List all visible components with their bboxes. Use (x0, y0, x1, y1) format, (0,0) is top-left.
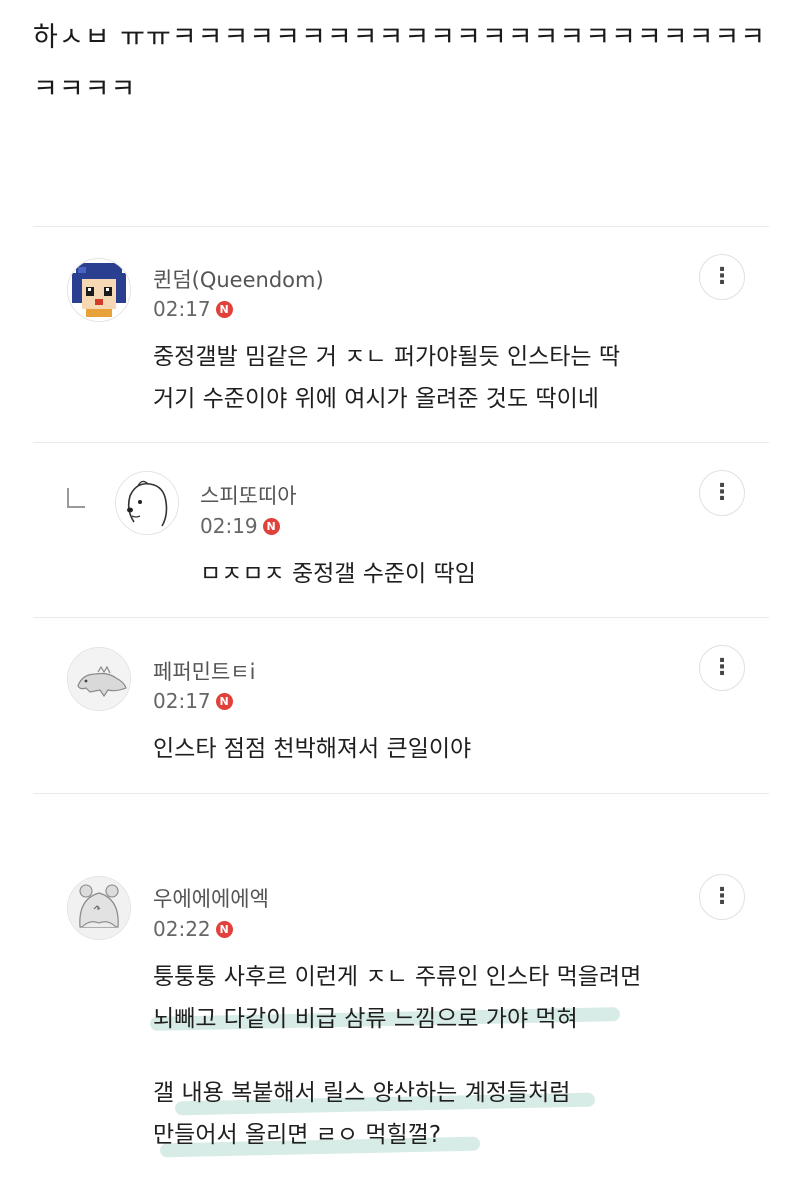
comment-line: 인스타 점점 천박해져서 큰일이야 (153, 736, 472, 762)
comment-time: 02:17 N (153, 689, 233, 713)
comment-body: ㅁㅈㅁㅈ 중정갤 수준이 딱임 (200, 553, 476, 595)
comment-time: 02:22 N (153, 917, 233, 941)
more-options-button[interactable]: ⋮ (699, 470, 745, 516)
comment-time: 02:19 N (200, 514, 280, 538)
new-badge: N (215, 920, 233, 938)
dinosaur-sketch-avatar-icon (68, 648, 130, 710)
comment-author[interactable]: 우에에에에엑 (153, 883, 269, 913)
pixel-character-avatar-icon (68, 259, 130, 321)
more-options-button[interactable]: ⋮ (699, 645, 745, 691)
comment-body: 퉁퉁퉁 사후르 이런게 ㅈㄴ 주류인 인스타 먹을려면 뇌빼고 다같이 비급 삼… (153, 956, 641, 1156)
comment-line: 뇌빼고 다같이 비급 삼류 느낌으로 가야 먹혀 (153, 1006, 578, 1032)
more-vertical-icon: ⋮ (711, 264, 733, 289)
comment-line: ㅁㅈㅁㅈ 중정갤 수준이 딱임 (200, 561, 476, 587)
more-options-button[interactable]: ⋮ (699, 874, 745, 920)
reply-indicator-icon (67, 488, 85, 508)
post-text: 하ㅅㅂ ㅠㅠㅋㅋㅋㅋㅋㅋㅋㅋㅋㅋㅋㅋㅋㅋㅋㅋㅋㅋㅋㅋㅋㅋㅋㅋㅋㅋㅋ (33, 22, 767, 105)
comment-author[interactable]: 페퍼민트ㅌi (153, 656, 255, 686)
comment-time: 02:17 N (153, 297, 233, 321)
avatar[interactable] (67, 876, 131, 940)
timestamp: 02:19 (200, 514, 258, 538)
comment-author[interactable]: 스피또띠아 (200, 480, 297, 510)
more-options-button[interactable]: ⋮ (699, 254, 745, 300)
new-badge: N (215, 692, 233, 710)
divider (33, 226, 769, 227)
new-badge: N (262, 517, 280, 535)
more-vertical-icon: ⋮ (711, 884, 733, 909)
bear-sketch-avatar-icon (68, 877, 130, 939)
timestamp: 02:22 (153, 917, 211, 941)
comment-line: 중정갤발 밈같은 거 ㅈㄴ 퍼가야될듯 인스타는 딱 (153, 344, 621, 370)
comment-line: 만들어서 올리면 ㄹㅇ 먹힐껄? (153, 1122, 442, 1148)
timestamp: 02:17 (153, 297, 211, 321)
avatar[interactable] (67, 258, 131, 322)
comment-body: 중정갤발 밈같은 거 ㅈㄴ 퍼가야될듯 인스타는 딱 거기 수준이야 위에 여시… (153, 336, 620, 420)
more-vertical-icon: ⋮ (711, 655, 733, 680)
dog-sketch-avatar-icon (116, 472, 178, 534)
comment-body: 인스타 점점 천박해져서 큰일이야 (153, 728, 471, 770)
comment-line: 갤 내용 복붙해서 릴스 양산하는 계정들처럼 (153, 1080, 571, 1106)
more-vertical-icon: ⋮ (711, 480, 733, 505)
avatar[interactable] (67, 647, 131, 711)
comment-line: 거기 수준이야 위에 여시가 올려준 것도 딱이네 (153, 386, 599, 412)
avatar[interactable] (115, 471, 179, 535)
divider (33, 442, 769, 443)
divider (33, 617, 769, 618)
timestamp: 02:17 (153, 689, 211, 713)
new-badge: N (215, 300, 233, 318)
divider (33, 793, 769, 794)
comment-author[interactable]: 퀸덤(Queendom) (153, 264, 324, 294)
comment-line: 퉁퉁퉁 사후르 이런게 ㅈㄴ 주류인 인스타 먹을려면 (153, 964, 642, 990)
